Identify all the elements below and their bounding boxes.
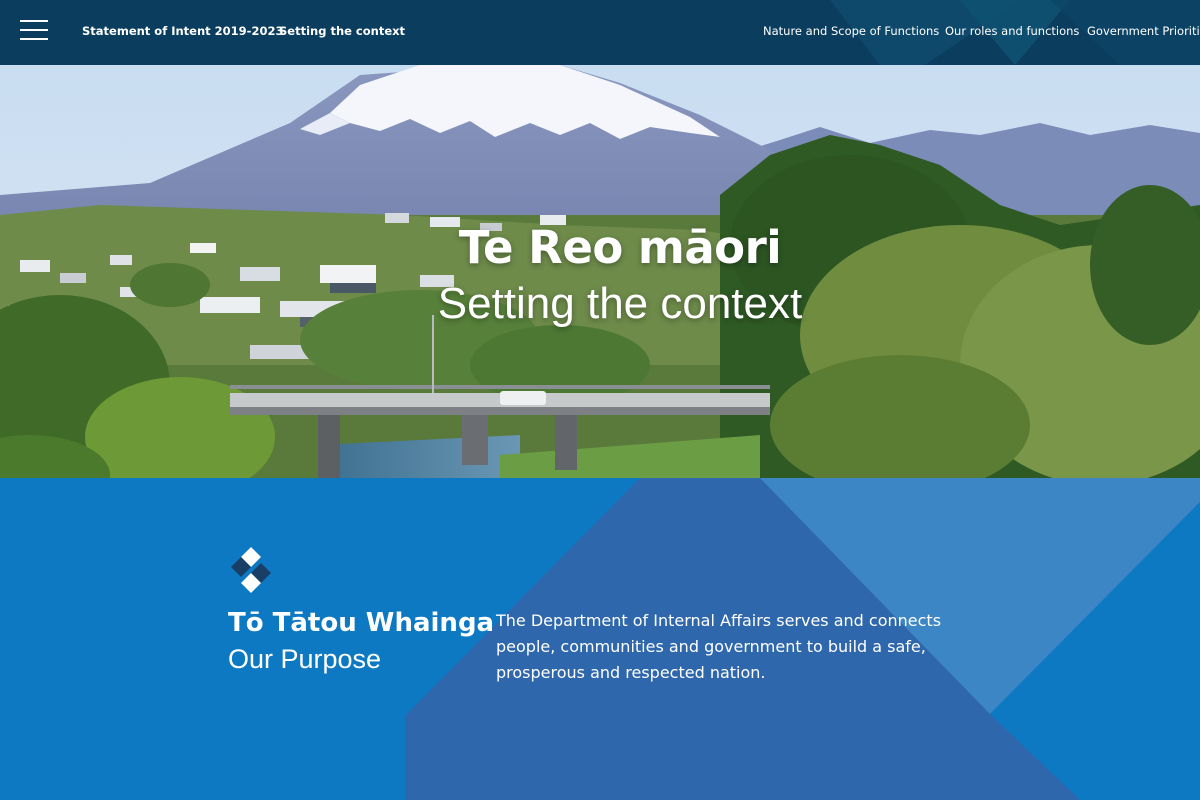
purpose-description: The Department of Internal Affairs serve…	[496, 611, 942, 682]
breadcrumb-setting-the-context[interactable]: Setting the context	[279, 24, 405, 38]
hero-title: Te Reo māori	[458, 221, 782, 274]
purpose-subheading: Our Purpose	[228, 644, 382, 674]
purpose-section: Tō Tātou Whainga Our Purpose The Departm…	[0, 478, 1200, 800]
hero-banner: Te Reo māori Setting the context	[0, 65, 1200, 478]
breadcrumb-statement-of-intent[interactable]: Statement of Intent 2019-2023	[82, 24, 283, 38]
top-navigation-bar: Statement of Intent 2019-2023 Setting th…	[0, 0, 1200, 65]
nav-government-priorities[interactable]: Government Priorities	[1087, 24, 1200, 38]
nav-nature-and-scope[interactable]: Nature and Scope of Functions	[763, 24, 939, 38]
nav-roles-and-functions[interactable]: Our roles and functions	[945, 24, 1079, 38]
dia-logo-icon	[231, 547, 271, 593]
purpose-heading: Tō Tātou Whainga	[228, 608, 495, 638]
hamburger-menu-icon[interactable]	[20, 19, 48, 41]
hero-subtitle: Setting the context	[437, 279, 803, 328]
